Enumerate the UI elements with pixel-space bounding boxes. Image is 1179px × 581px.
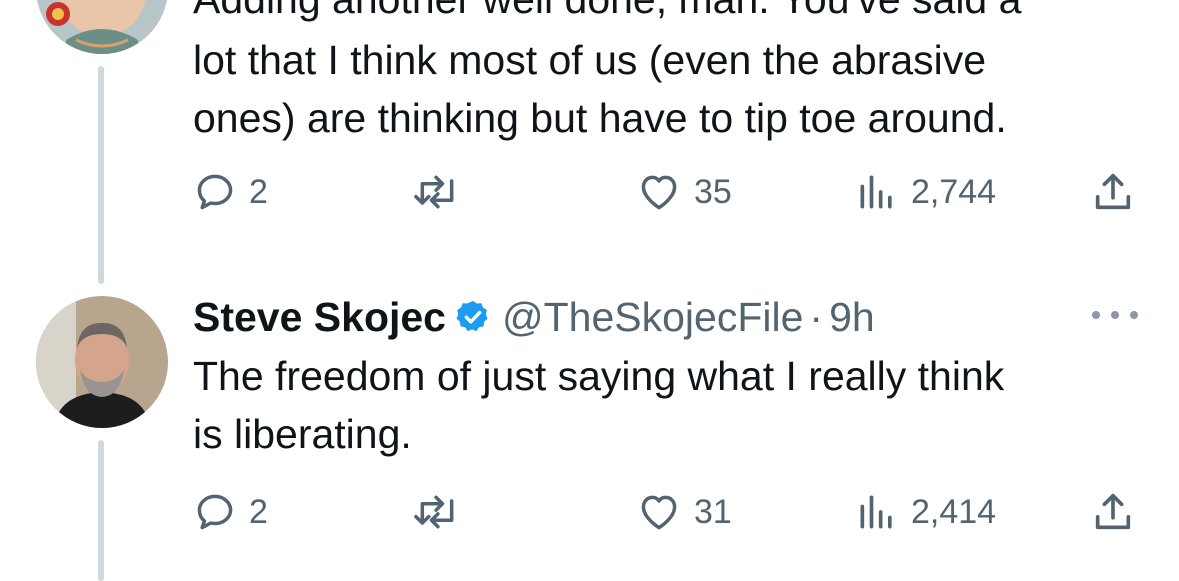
- reply-button[interactable]: 2: [193, 162, 268, 222]
- reply-count: 2: [249, 172, 268, 211]
- tweet-text: lot that I think most of us (even the ab…: [193, 37, 1007, 141]
- share-icon: [1090, 489, 1136, 535]
- share-button[interactable]: [1090, 482, 1136, 542]
- repost-button[interactable]: [411, 162, 463, 222]
- tweet-actions: 2 35 2,744: [0, 162, 1179, 222]
- verified-badge-icon: [454, 298, 492, 336]
- tweet-actions: 2 31 2,414: [0, 482, 1179, 542]
- author-handle[interactable]: @TheSkojecFile: [502, 294, 803, 341]
- views-icon: [855, 170, 899, 214]
- views-icon: [855, 490, 899, 534]
- author-name[interactable]: Steve Skojec: [193, 294, 446, 341]
- share-button[interactable]: [1090, 162, 1136, 222]
- heart-icon: [636, 490, 682, 534]
- views-count: 2,414: [911, 492, 997, 531]
- views-count: 2,744: [911, 172, 997, 211]
- reply-icon: [193, 490, 237, 534]
- separator-dot: ·: [809, 293, 824, 340]
- like-count: 31: [694, 492, 732, 531]
- more-dot: [1111, 311, 1119, 319]
- repost-icon: [411, 170, 463, 214]
- repost-icon: [411, 490, 463, 534]
- share-icon: [1090, 169, 1136, 215]
- like-button[interactable]: 31: [636, 482, 732, 542]
- like-button[interactable]: 35: [636, 162, 732, 222]
- like-count: 35: [694, 172, 732, 211]
- heart-icon: [636, 170, 682, 214]
- views-button[interactable]: 2,414: [855, 482, 996, 542]
- avatar-image: [36, 296, 168, 428]
- tweet-header: Steve Skojec @TheSkojecFile · 9h: [193, 288, 875, 346]
- reply-count: 2: [249, 492, 268, 531]
- more-dot: [1130, 311, 1138, 319]
- tweet-time[interactable]: 9h: [829, 294, 875, 341]
- views-button[interactable]: 2,744: [855, 162, 996, 222]
- more-dot: [1092, 311, 1100, 319]
- tweet-text-partial: Adding another well done, man. You've sa…: [193, 0, 1133, 28]
- tweet-text: The freedom of just saying what I really…: [193, 353, 1005, 457]
- avatar[interactable]: [36, 0, 168, 54]
- avatar-image: [36, 0, 168, 54]
- reply-button[interactable]: 2: [193, 482, 268, 542]
- avatar[interactable]: [36, 296, 168, 428]
- reply-icon: [193, 170, 237, 214]
- repost-button[interactable]: [411, 482, 463, 542]
- more-options-button[interactable]: [1092, 300, 1138, 330]
